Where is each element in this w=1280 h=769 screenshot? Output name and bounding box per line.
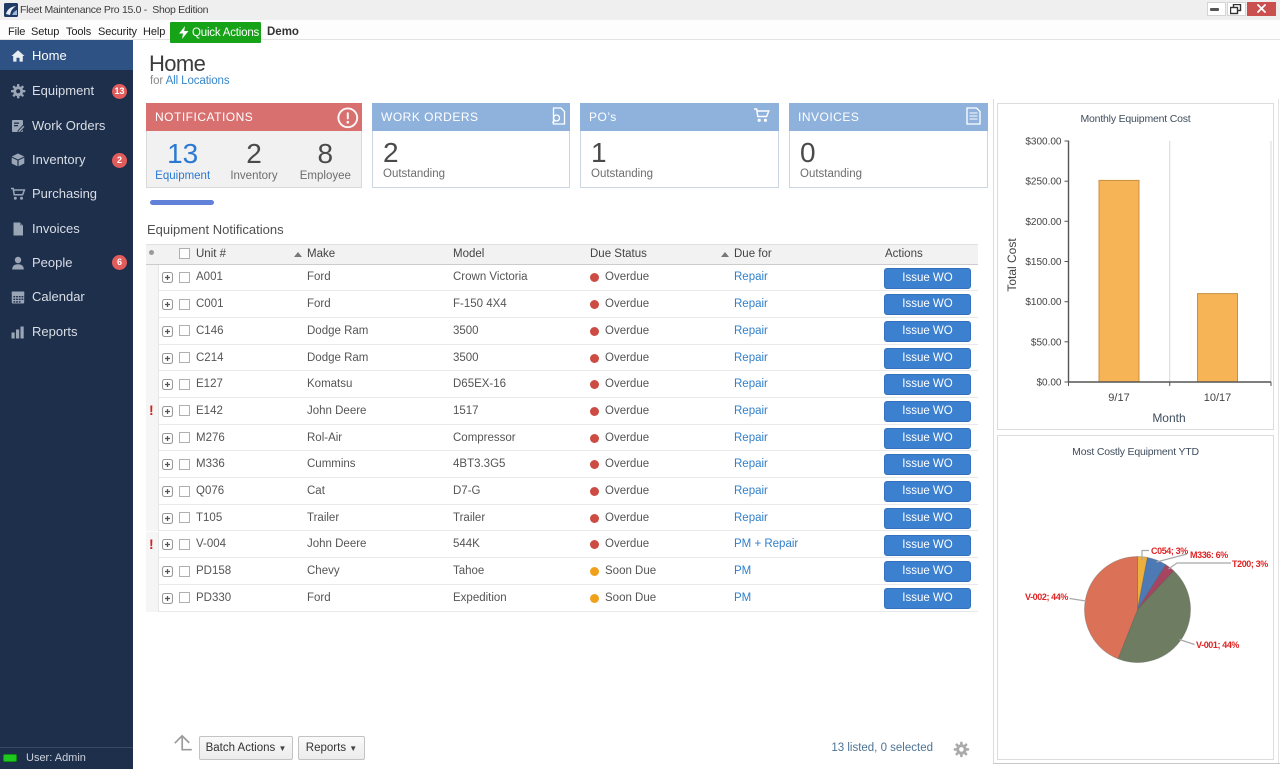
svg-text:Total Cost: Total Cost: [1005, 238, 1019, 292]
svg-text:$0.00: $0.00: [1036, 378, 1061, 389]
svg-text:$250.00: $250.00: [1025, 177, 1062, 188]
svg-text:Month: Month: [1152, 411, 1185, 425]
svg-text:C054; 3%: C054; 3%: [1151, 546, 1188, 556]
svg-text:V-002; 44%: V-002; 44%: [1025, 592, 1068, 602]
svg-text:$200.00: $200.00: [1025, 217, 1062, 228]
svg-text:T200; 3%: T200; 3%: [1232, 559, 1268, 569]
svg-text:$150.00: $150.00: [1025, 257, 1062, 268]
svg-text:$100.00: $100.00: [1025, 297, 1062, 308]
svg-text:10/17: 10/17: [1204, 392, 1232, 404]
svg-text:$50.00: $50.00: [1031, 337, 1062, 348]
svg-text:V-001; 44%: V-001; 44%: [1196, 640, 1239, 650]
svg-text:$300.00: $300.00: [1025, 137, 1062, 148]
svg-text:9/17: 9/17: [1108, 392, 1129, 404]
svg-text:M336: 6%: M336: 6%: [1190, 550, 1228, 560]
